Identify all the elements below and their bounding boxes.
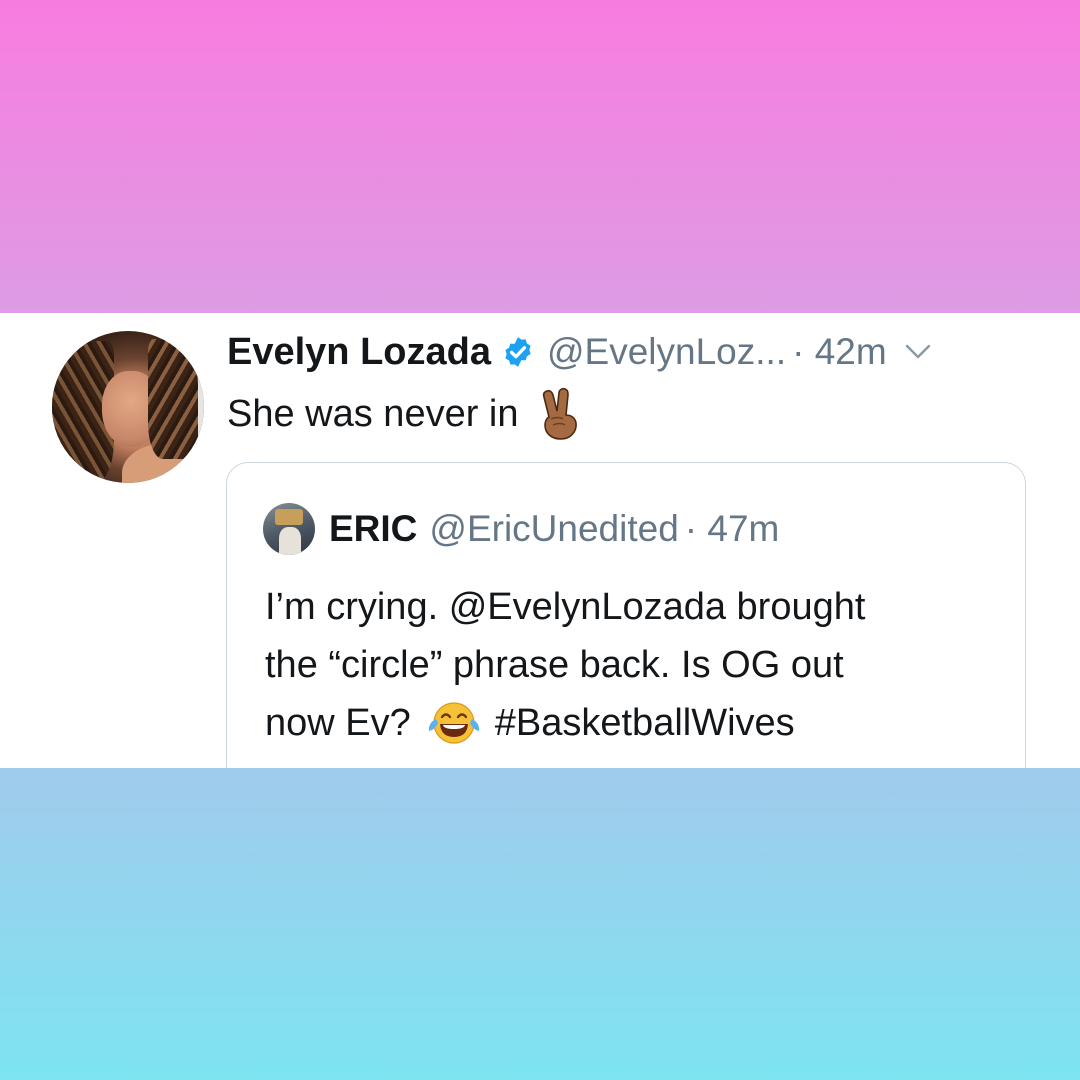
quoted-tweet-header: ERIC @EricUnedited · 47m	[263, 503, 780, 555]
author-handle[interactable]: @EvelynLoz...	[547, 331, 786, 373]
author-name[interactable]: Evelyn Lozada	[227, 331, 491, 374]
quoted-author-handle[interactable]: @EricUnedited	[429, 508, 678, 550]
tears-of-joy-emoji	[428, 702, 479, 744]
quoted-author-avatar[interactable]	[263, 503, 315, 555]
quoted-text-line: I’m crying. @EvelynLozada brought	[265, 586, 866, 628]
bottom-gradient-band	[0, 768, 1080, 1080]
quoted-text-line: the “circle” phrase back. Is OG out	[265, 644, 844, 686]
tweet-timestamp[interactable]: · 42m	[792, 331, 887, 373]
author-avatar[interactable]	[52, 331, 204, 483]
top-gradient-band	[0, 0, 1080, 313]
tweet-header: Evelyn Lozada @EvelynLoz... · 42m	[227, 327, 931, 377]
quoted-tweet[interactable]: ERIC @EricUnedited · 47m I’m crying. @Ev…	[226, 462, 1026, 792]
tweet-card: Evelyn Lozada @EvelynLoz... · 42m She wa…	[0, 313, 1080, 792]
victory-hand-emoji	[542, 387, 577, 440]
quoted-text-line-end: now Ev?	[265, 702, 411, 744]
quoted-text-line: now Ev? #BasketballWives	[265, 694, 1005, 752]
quoted-tweet-timestamp[interactable]: · 47m	[685, 508, 780, 550]
quoted-author-name[interactable]: ERIC	[329, 508, 417, 550]
verified-badge-icon	[505, 337, 531, 367]
hashtag-link[interactable]: #BasketballWives	[495, 694, 795, 752]
tweet-text: She was never in	[227, 387, 583, 441]
tweet-body: She was never in	[227, 392, 519, 435]
quoted-tweet-text: I’m crying. @EvelynLozada brought the “c…	[265, 578, 1005, 752]
chevron-down-icon[interactable]	[905, 344, 931, 360]
